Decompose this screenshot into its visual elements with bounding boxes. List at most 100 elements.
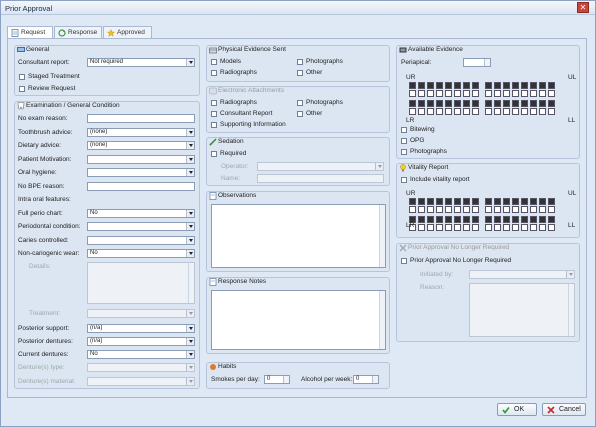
tooth-cell[interactable] bbox=[494, 198, 501, 205]
physical-radiographs-checkbox[interactable] bbox=[211, 70, 217, 76]
tooth-cell[interactable] bbox=[530, 108, 537, 115]
tooth-cell[interactable] bbox=[454, 206, 461, 213]
tooth-cell[interactable] bbox=[418, 100, 425, 107]
tooth-cell[interactable] bbox=[512, 108, 519, 115]
tooth-cell[interactable] bbox=[485, 82, 492, 89]
tooth-cell[interactable] bbox=[472, 82, 479, 89]
ok-button[interactable]: OK bbox=[497, 403, 537, 416]
tooth-cell[interactable] bbox=[463, 224, 470, 231]
tooth-cell[interactable] bbox=[472, 100, 479, 107]
tab-response[interactable]: Response bbox=[54, 26, 102, 38]
tooth-cell[interactable] bbox=[427, 216, 434, 223]
tooth-cell[interactable] bbox=[472, 216, 479, 223]
consultant-report-select[interactable]: Not required bbox=[87, 58, 195, 67]
tooth-cell[interactable] bbox=[418, 216, 425, 223]
tooth-cell[interactable] bbox=[494, 90, 501, 97]
tooth-cell[interactable] bbox=[436, 100, 443, 107]
tooth-cell[interactable] bbox=[445, 82, 452, 89]
sedation-required-checkbox[interactable] bbox=[211, 151, 217, 157]
tooth-cell[interactable] bbox=[539, 216, 546, 223]
tooth-cell[interactable] bbox=[418, 198, 425, 205]
tooth-cell[interactable] bbox=[521, 100, 528, 107]
no-longer-required-checkbox[interactable] bbox=[401, 258, 407, 264]
treatment-select[interactable] bbox=[87, 309, 195, 318]
tooth-cell[interactable] bbox=[485, 206, 492, 213]
tooth-cell[interactable] bbox=[548, 206, 555, 213]
tooth-cell[interactable] bbox=[521, 224, 528, 231]
tooth-cell[interactable] bbox=[494, 216, 501, 223]
tooth-cell[interactable] bbox=[494, 224, 501, 231]
spin-arrows-icon[interactable] bbox=[283, 376, 289, 383]
tooth-cell[interactable] bbox=[427, 108, 434, 115]
tooth-cell[interactable] bbox=[521, 216, 528, 223]
tooth-cell[interactable] bbox=[485, 100, 492, 107]
tooth-cell[interactable] bbox=[512, 216, 519, 223]
tooth-cell[interactable] bbox=[530, 224, 537, 231]
cancel-button[interactable]: Cancel bbox=[542, 403, 586, 416]
tooth-cell[interactable] bbox=[512, 100, 519, 107]
evidence-photographs-checkbox[interactable] bbox=[401, 149, 407, 155]
tooth-cell[interactable] bbox=[472, 108, 479, 115]
tooth-cell[interactable] bbox=[463, 90, 470, 97]
scrollbar[interactable] bbox=[379, 205, 385, 267]
tooth-cell[interactable] bbox=[436, 206, 443, 213]
tooth-cell[interactable] bbox=[512, 224, 519, 231]
tooth-cell[interactable] bbox=[521, 108, 528, 115]
tooth-cell[interactable] bbox=[521, 206, 528, 213]
tooth-cell[interactable] bbox=[503, 216, 510, 223]
include-vitality-checkbox[interactable] bbox=[401, 177, 407, 183]
review-request-checkbox[interactable] bbox=[19, 86, 25, 92]
attach-consultant-report-checkbox[interactable] bbox=[211, 111, 217, 117]
tooth-cell[interactable] bbox=[485, 224, 492, 231]
tooth-cell[interactable] bbox=[427, 198, 434, 205]
tooth-cell[interactable] bbox=[521, 90, 528, 97]
attach-photographs-checkbox[interactable] bbox=[297, 100, 303, 106]
close-button[interactable]: ✕ bbox=[577, 2, 589, 13]
tooth-cell[interactable] bbox=[548, 100, 555, 107]
staged-treatment-checkbox[interactable] bbox=[19, 74, 25, 80]
bitewing-checkbox[interactable] bbox=[401, 127, 407, 133]
physical-other-checkbox[interactable] bbox=[297, 70, 303, 76]
tooth-cell[interactable] bbox=[539, 206, 546, 213]
tooth-cell[interactable] bbox=[445, 100, 452, 107]
tooth-cell[interactable] bbox=[445, 108, 452, 115]
tooth-cell[interactable] bbox=[436, 90, 443, 97]
tooth-cell[interactable] bbox=[548, 82, 555, 89]
tooth-cell[interactable] bbox=[409, 108, 416, 115]
tooth-cell[interactable] bbox=[472, 198, 479, 205]
oral-hygiene-select[interactable] bbox=[87, 168, 195, 177]
tooth-cell[interactable] bbox=[494, 108, 501, 115]
tooth-cell[interactable] bbox=[454, 100, 461, 107]
tooth-cell[interactable] bbox=[472, 206, 479, 213]
tooth-cell[interactable] bbox=[436, 82, 443, 89]
tooth-cell[interactable] bbox=[463, 100, 470, 107]
attach-other-checkbox[interactable] bbox=[297, 111, 303, 117]
posterior-support-select[interactable]: (n/a) bbox=[87, 324, 195, 333]
tooth-cell[interactable] bbox=[409, 82, 416, 89]
tooth-cell[interactable] bbox=[494, 100, 501, 107]
non-cariogenic-wear-select[interactable]: No bbox=[87, 249, 195, 258]
tooth-cell[interactable] bbox=[418, 224, 425, 231]
response-notes-textarea[interactable] bbox=[211, 290, 386, 350]
patient-motivation-select[interactable] bbox=[87, 155, 195, 164]
tooth-cell[interactable] bbox=[472, 90, 479, 97]
tooth-cell[interactable] bbox=[454, 216, 461, 223]
tooth-cell[interactable] bbox=[512, 206, 519, 213]
spin-arrows-icon[interactable] bbox=[372, 376, 378, 383]
tooth-cell[interactable] bbox=[521, 198, 528, 205]
tooth-cell[interactable] bbox=[503, 90, 510, 97]
details-textarea[interactable] bbox=[87, 262, 195, 304]
tooth-cell[interactable] bbox=[548, 90, 555, 97]
attach-supporting-info-checkbox[interactable] bbox=[211, 122, 217, 128]
tooth-cell[interactable] bbox=[427, 82, 434, 89]
tooth-cell[interactable] bbox=[445, 198, 452, 205]
tooth-cell[interactable] bbox=[409, 90, 416, 97]
observations-textarea[interactable] bbox=[211, 204, 386, 268]
tooth-cell[interactable] bbox=[463, 108, 470, 115]
posterior-dentures-select[interactable]: (n/a) bbox=[87, 337, 195, 346]
scrollbar[interactable] bbox=[379, 291, 385, 349]
tooth-cell[interactable] bbox=[539, 100, 546, 107]
toothbrush-advice-select[interactable]: (none) bbox=[87, 128, 195, 137]
tooth-cell[interactable] bbox=[485, 108, 492, 115]
tooth-cell[interactable] bbox=[418, 90, 425, 97]
